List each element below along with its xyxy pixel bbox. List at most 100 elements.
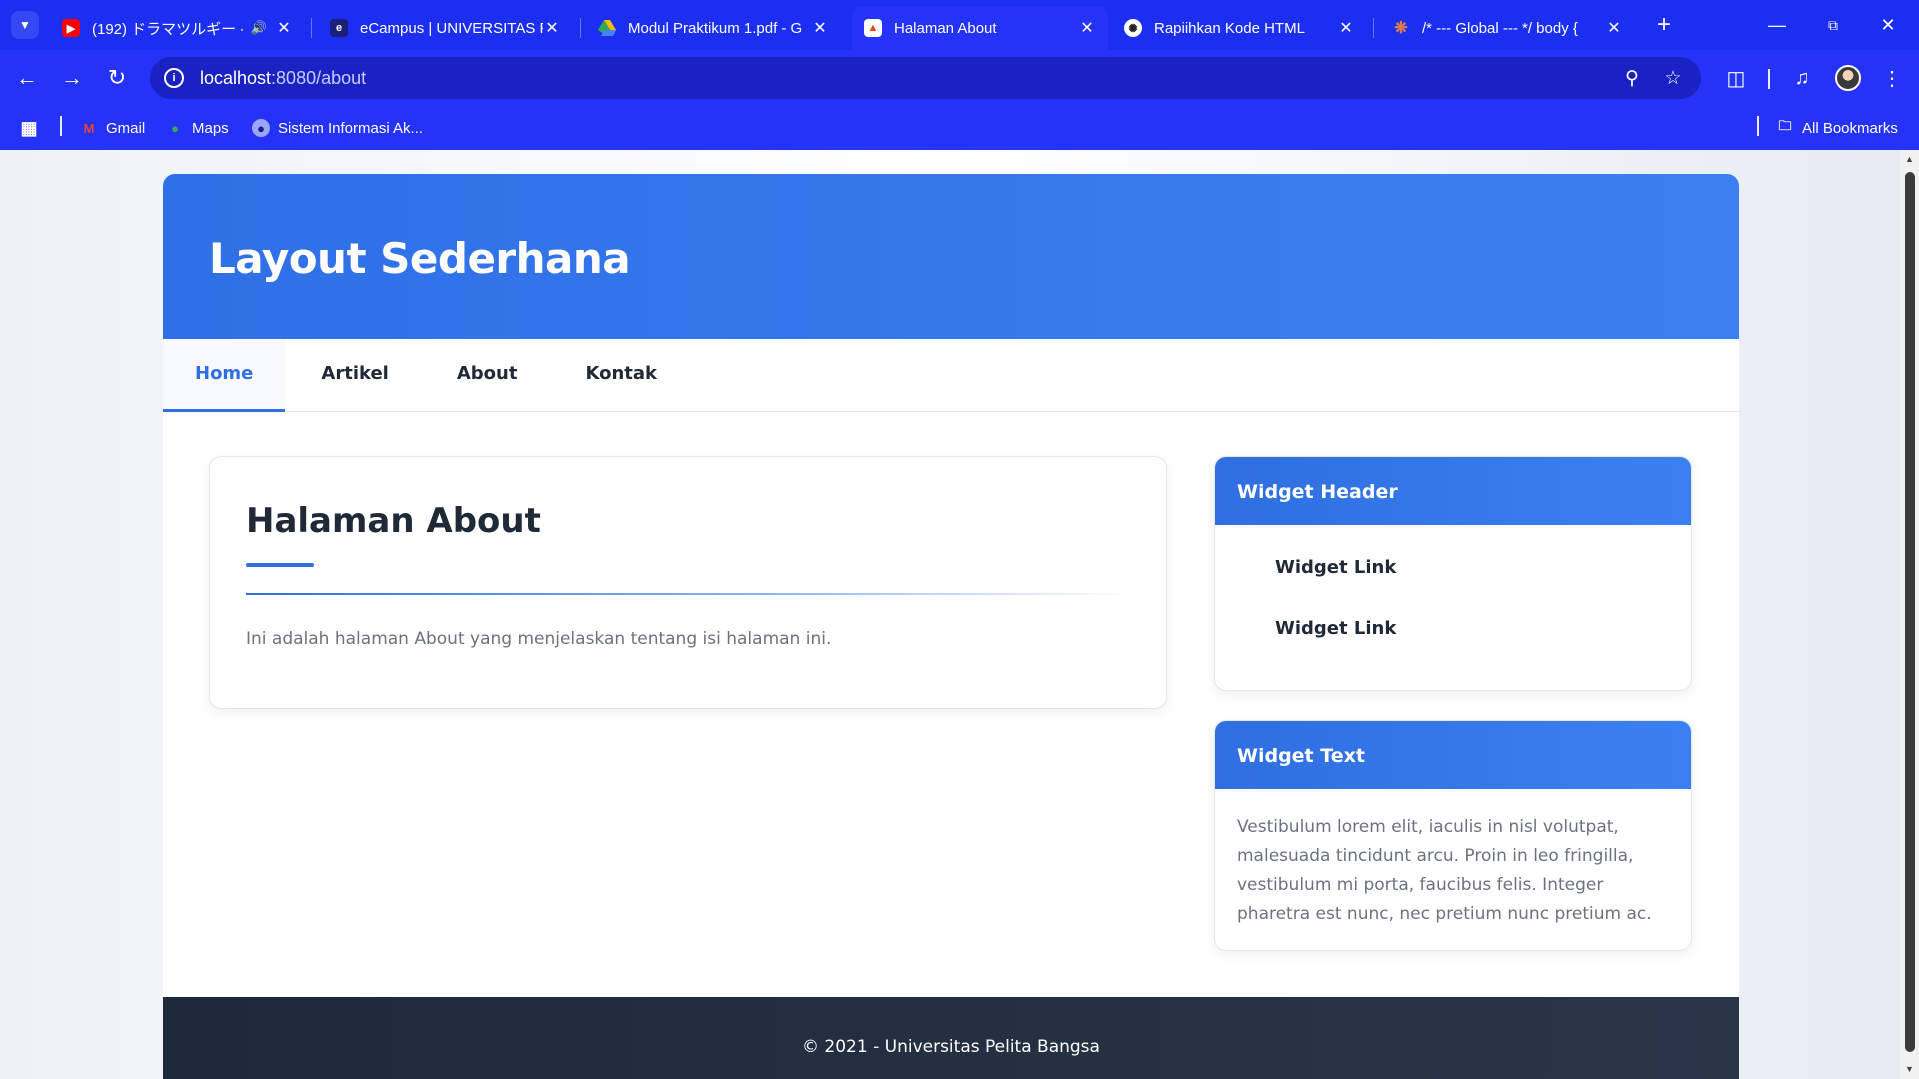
close-icon[interactable]: ✕ bbox=[1337, 19, 1355, 37]
title-accent-bar bbox=[246, 563, 314, 567]
site-title: Layout Sederhana bbox=[209, 234, 631, 283]
bookmarks-separator bbox=[60, 116, 62, 136]
scroll-up-icon[interactable]: ▲ bbox=[1904, 154, 1915, 164]
widget-links: Widget Header Widget Link Widget Link bbox=[1214, 456, 1692, 691]
reload-icon: ↻ bbox=[107, 65, 127, 90]
reload-button[interactable]: ↻ bbox=[101, 62, 133, 94]
bookmark-sistem-informasi[interactable]: ● Sistem Informasi Ak... bbox=[252, 116, 423, 140]
apps-grid-icon: ▦ bbox=[20, 117, 38, 138]
bookmark-maps[interactable]: ● Maps bbox=[166, 116, 229, 140]
minimize-button[interactable]: — bbox=[1762, 10, 1792, 40]
close-window-button[interactable]: ✕ bbox=[1873, 10, 1903, 40]
tab-title: (192) ドラマツルギー - Eve bbox=[92, 20, 243, 38]
sparkle-icon: ❋ bbox=[1394, 20, 1408, 37]
widget-link[interactable]: Widget Link bbox=[1275, 610, 1691, 671]
tab-title: /* --- Global --- */ body { bbox=[1422, 19, 1578, 37]
all-bookmarks-button[interactable]: 🗀 All Bookmarks bbox=[1776, 116, 1898, 140]
page-container: Layout Sederhana Home Artikel About Kont… bbox=[163, 174, 1739, 1079]
campus-icon: ● bbox=[252, 119, 270, 137]
close-icon[interactable]: ✕ bbox=[1605, 19, 1623, 37]
zoom-icon[interactable]: ⚲ bbox=[1620, 66, 1644, 90]
bookmark-gmail[interactable]: M Gmail bbox=[80, 116, 146, 140]
tab-drive[interactable]: Modul Praktikum 1.pdf - G ✕ bbox=[586, 6, 841, 50]
page-header: Layout Sederhana bbox=[163, 174, 1739, 339]
arrow-left-icon: ← bbox=[16, 65, 38, 90]
tab-halaman-about[interactable]: ▲ Halaman About ✕ bbox=[852, 6, 1108, 50]
fire-icon: ▲ bbox=[864, 19, 882, 37]
restore-button[interactable]: ⧉ bbox=[1818, 10, 1848, 40]
tab-search-button[interactable]: ▼ bbox=[11, 11, 39, 39]
tab-separator bbox=[580, 18, 581, 38]
youtube-icon: ▶ bbox=[62, 19, 80, 37]
bookmark-label: Sistem Informasi Ak... bbox=[278, 119, 424, 137]
close-icon[interactable]: ✕ bbox=[543, 19, 561, 37]
tab-title: eCampus | UNIVERSITAS PI bbox=[360, 19, 543, 37]
apps-button[interactable]: ▦ bbox=[20, 116, 46, 140]
page-viewport: Layout Sederhana Home Artikel About Kont… bbox=[0, 150, 1900, 1079]
site-info-icon[interactable]: i bbox=[164, 68, 184, 88]
bookmark-label: Gmail bbox=[106, 119, 146, 137]
back-button[interactable]: ← bbox=[11, 62, 43, 94]
page-footer: © 2021 - Universitas Pelita Bangsa bbox=[163, 997, 1739, 1079]
star-icon[interactable]: ☆ bbox=[1661, 66, 1685, 90]
page-title: Halaman About bbox=[246, 501, 541, 541]
minimize-icon: — bbox=[1768, 14, 1786, 35]
scrollbar-thumb[interactable] bbox=[1905, 172, 1915, 1052]
tab-strip: ▼ ▶ (192) ドラマツルギー - Eve 🔊 ✕ e eCampus | … bbox=[0, 0, 1919, 50]
page-scrollbar[interactable]: ▲ ▼ bbox=[1900, 150, 1919, 1079]
main-content-card: Halaman About Ini adalah halaman About y… bbox=[209, 456, 1167, 709]
main-nav: Home Artikel About Kontak bbox=[163, 339, 1739, 412]
close-icon[interactable]: ✕ bbox=[811, 19, 829, 37]
tab-separator bbox=[311, 18, 312, 38]
drive-icon bbox=[598, 19, 616, 37]
extensions-icon[interactable]: ◫ bbox=[1720, 62, 1752, 94]
bookmarks-bar: ▦ M Gmail ● Maps ● Sistem Informasi Ak..… bbox=[0, 106, 1919, 150]
footer-copyright: © 2021 - Universitas Pelita Bangsa bbox=[802, 1037, 1100, 1057]
plus-icon: + bbox=[1656, 11, 1671, 38]
all-bookmarks-label: All Bookmarks bbox=[1802, 119, 1898, 137]
chevron-down-icon: ▼ bbox=[19, 18, 31, 32]
avatar[interactable] bbox=[1835, 65, 1861, 91]
tab-separator bbox=[1373, 18, 1374, 38]
nav-home[interactable]: Home bbox=[163, 339, 286, 412]
widget-link-list: Widget Link Widget Link bbox=[1215, 525, 1691, 689]
openai-icon: ✺ bbox=[1124, 19, 1142, 37]
restore-icon: ⧉ bbox=[1828, 16, 1838, 33]
tab-rapiihkan[interactable]: ✺ Rapiihkan Kode HTML ✕ bbox=[1112, 6, 1367, 50]
new-tab-button[interactable]: + bbox=[1651, 11, 1677, 38]
gmail-icon: M bbox=[83, 120, 95, 136]
close-icon: ✕ bbox=[1880, 14, 1896, 35]
url-host: localhost bbox=[200, 67, 272, 88]
forward-button[interactable]: → bbox=[56, 62, 88, 94]
folder-icon: 🗀 bbox=[1778, 118, 1792, 133]
widget-text-body: Vestibulum lorem elit, iaculis in nisl v… bbox=[1237, 817, 1652, 924]
divider bbox=[246, 593, 1130, 595]
toolbar-separator bbox=[1768, 69, 1770, 89]
tab-global-css[interactable]: ❋ /* --- Global --- */ body { ✕ bbox=[1380, 6, 1635, 50]
tab-ecampus[interactable]: e eCampus | UNIVERSITAS PI ✕ bbox=[318, 6, 573, 50]
address-bar[interactable]: i localhost:8080/about ⚲ ☆ bbox=[150, 57, 1701, 99]
close-icon[interactable]: ✕ bbox=[1078, 19, 1096, 37]
tab-title: Rapiihkan Kode HTML bbox=[1154, 19, 1305, 37]
nav-kontak[interactable]: Kontak bbox=[551, 339, 691, 412]
arrow-right-icon: → bbox=[61, 65, 83, 90]
menu-icon[interactable]: ⋮ bbox=[1876, 62, 1908, 94]
url-text[interactable]: localhost:8080/about bbox=[200, 68, 366, 89]
browser-toolbar: ← → ↻ i localhost:8080/about ⚲ ☆ ◫ ♫ ⋮ bbox=[0, 50, 1919, 106]
media-controls-icon[interactable]: ♫ bbox=[1786, 62, 1818, 94]
url-path: :8080/about bbox=[271, 67, 367, 88]
widget-link[interactable]: Widget Link bbox=[1275, 549, 1691, 610]
speaker-icon[interactable]: 🔊 bbox=[251, 20, 267, 36]
bookmark-label: Maps bbox=[192, 119, 229, 137]
tab-youtube[interactable]: ▶ (192) ドラマツルギー - Eve 🔊 ✕ bbox=[50, 6, 305, 50]
bookmarks-separator bbox=[1757, 116, 1759, 136]
scroll-down-icon[interactable]: ▼ bbox=[1904, 1064, 1915, 1074]
close-icon[interactable]: ✕ bbox=[275, 19, 293, 37]
nav-about[interactable]: About bbox=[425, 339, 552, 412]
nav-artikel[interactable]: Artikel bbox=[285, 339, 424, 412]
widget-text-title: Widget Text bbox=[1215, 721, 1691, 789]
tab-title: Halaman About bbox=[894, 19, 997, 37]
browser-chrome: ▼ ▶ (192) ドラマツルギー - Eve 🔊 ✕ e eCampus | … bbox=[0, 0, 1919, 150]
ecampus-icon: e bbox=[330, 19, 348, 37]
widget-text: Widget Text Vestibulum lorem elit, iacul… bbox=[1214, 720, 1692, 951]
